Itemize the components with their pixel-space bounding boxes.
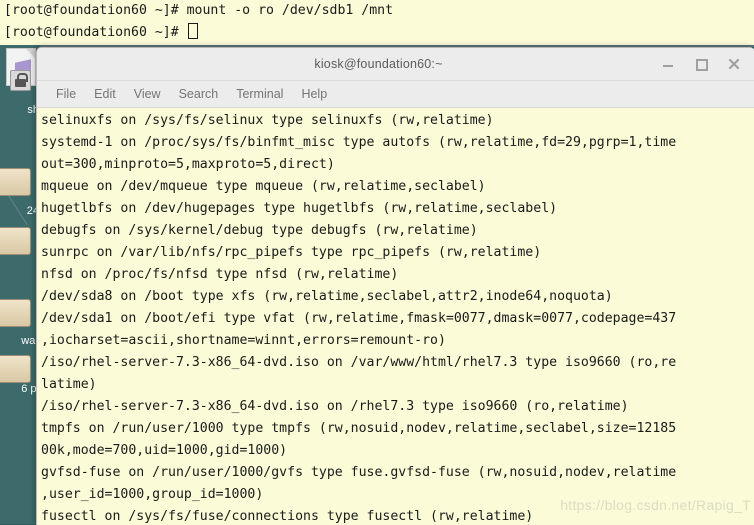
window-titlebar[interactable]: kiosk@foundation60:~ (37, 48, 754, 81)
terminal-line: /iso/rhel-server-7.3-x86_64-dvd.iso on /… (41, 399, 629, 414)
menu-item-edit[interactable]: Edit (85, 85, 125, 103)
window-controls (660, 56, 754, 72)
terminal-line: ,iocharset=ascii,shortname=winnt,errors=… (41, 333, 446, 348)
terminal-line: ,user_id=1000,group_id=1000) (41, 487, 264, 502)
maximize-icon[interactable] (693, 56, 709, 72)
window-menubar[interactable]: File Edit View Search Terminal Help (37, 81, 754, 108)
terminal-line: /dev/sda8 on /boot type xfs (rw,relatime… (41, 289, 613, 304)
terminal-line: /iso/rhel-server-7.3-x86_64-dvd.iso on /… (41, 355, 677, 370)
lock-icon (10, 70, 31, 91)
menu-item-file[interactable]: File (47, 85, 85, 103)
terminal-output-lines: selinuxfs on /sys/fs/selinux type selinu… (41, 110, 754, 525)
terminal-window[interactable]: kiosk@foundation60:~ File Edit View Sear… (36, 47, 754, 525)
terminal-line: mqueue on /dev/mqueue type mqueue (rw,re… (41, 179, 486, 194)
menu-item-view[interactable]: View (125, 85, 170, 103)
menu-item-search[interactable]: Search (170, 85, 228, 103)
terminal-line: nfsd on /proc/fs/nfsd type nfsd (rw,rela… (41, 267, 399, 282)
terminal-line: sunrpc on /var/lib/nfs/rpc_pipefs type r… (41, 245, 542, 260)
text-cursor (187, 23, 198, 39)
root-terminal-prompt-text: [root@foundation60 ~]# (4, 25, 187, 40)
root-terminal-prompt-line: [root@foundation60 ~]# (0, 22, 754, 44)
terminal-line: tmpfs on /run/user/1000 type tmpfs (rw,n… (41, 421, 677, 436)
taskbar-button[interactable] (0, 355, 31, 383)
minimize-icon[interactable] (660, 56, 676, 72)
terminal-line: debugfs on /sys/kernel/debug type debugf… (41, 223, 478, 238)
root-terminal-line: [root@foundation60 ~]# mount -o ro /dev/… (4, 3, 394, 18)
terminal-line: 00k,mode=700,uid=1000,gid=1000) (41, 443, 288, 458)
terminal-line: systemd-1 on /proc/sys/fs/binfmt_misc ty… (41, 135, 677, 150)
window-title: kiosk@foundation60:~ (314, 57, 443, 71)
close-icon[interactable] (726, 56, 742, 72)
locked-document-icon[interactable] (2, 48, 38, 92)
background-root-terminal[interactable]: [root@foundation60 ~]# mount -o ro /dev/… (0, 0, 754, 47)
terminal-line: gvfsd-fuse on /run/user/1000/gvfs type f… (41, 465, 677, 480)
menu-item-terminal[interactable]: Terminal (227, 85, 292, 103)
document-fold-corner (26, 49, 35, 58)
terminal-line: /dev/sda1 on /boot/efi type vfat (rw,rel… (41, 311, 677, 326)
terminal-line: hugetlbfs on /dev/hugepages type hugetlb… (41, 201, 558, 216)
terminal-line: selinuxfs on /sys/fs/selinux type selinu… (41, 113, 494, 128)
taskbar-button[interactable] (0, 168, 31, 196)
taskbar-button[interactable] (0, 299, 31, 327)
taskbar-button[interactable] (0, 227, 31, 255)
desktop-background: sh 24 war 6 pi (0, 45, 40, 524)
terminal-line: out=300,minproto=5,maxproto=5,direct) (41, 157, 335, 172)
terminal-output-area[interactable]: selinuxfs on /sys/fs/selinux type selinu… (37, 108, 754, 525)
lock-body (15, 79, 26, 87)
menu-item-help[interactable]: Help (292, 85, 336, 103)
terminal-line: fusectl on /sys/fs/fuse/connections type… (41, 509, 534, 524)
terminal-line: latime) (41, 377, 97, 392)
